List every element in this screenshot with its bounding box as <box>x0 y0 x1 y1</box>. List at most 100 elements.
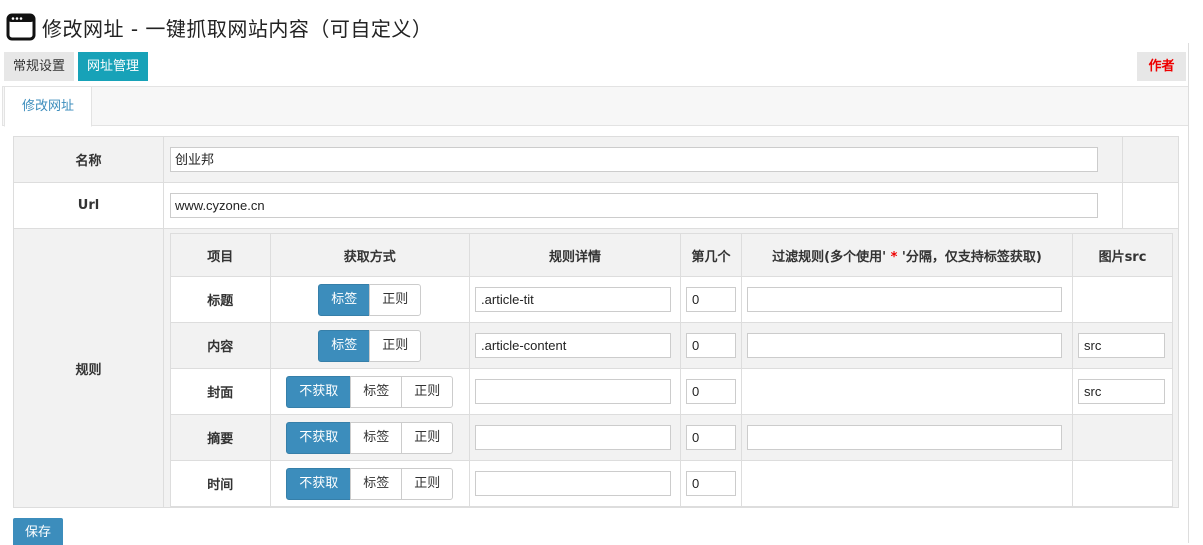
page-title: 修改网址 - 一键抓取网站内容（可自定义） <box>42 16 433 41</box>
rule-row-content: 内容 标签 正则 .article-content 0 src <box>170 322 1174 369</box>
name-label: 名称 <box>13 136 164 183</box>
rule-row-title: 标题 标签 正则 .article-tit 0 <box>170 276 1174 323</box>
rules-row: 规则 项目 获取方式 规则详情 第几个 过滤规则(多个使用' * '分隔，仅支持… <box>13 228 1179 508</box>
rule-item-label: 时间 <box>170 460 271 507</box>
rule-nth-cell: 0 <box>680 368 743 415</box>
rule-detail-input[interactable] <box>475 425 672 450</box>
url-row: Url www.cyzone.cn <box>13 182 1179 229</box>
mode-button-group: 不获取 标签 正则 <box>286 467 454 500</box>
header-filter-prefix: 过滤规则(多个使用' <box>772 249 891 265</box>
rule-src-cell: src <box>1071 368 1174 415</box>
url-input[interactable]: www.cyzone.cn <box>170 193 1098 218</box>
rule-filter-input[interactable] <box>747 333 1063 358</box>
rule-nth-input[interactable]: 0 <box>686 333 737 358</box>
rule-nth-cell: 0 <box>680 322 743 369</box>
rule-nth-input[interactable]: 0 <box>686 425 737 450</box>
mode-button-group: 不获取 标签 正则 <box>286 421 454 454</box>
mode-tag-button[interactable]: 标签 <box>350 421 403 454</box>
rule-detail-input[interactable] <box>475 379 672 404</box>
mode-regex-button[interactable]: 正则 <box>401 421 454 454</box>
mode-regex-button[interactable]: 正则 <box>401 467 454 500</box>
rule-nth-input[interactable]: 0 <box>686 379 737 404</box>
title-bar: 修改网址 - 一键抓取网站内容（可自定义） <box>6 12 432 42</box>
rule-nth-input[interactable]: 0 <box>686 471 737 496</box>
url-label: Url <box>13 182 164 229</box>
name-value-cell: 创业邦 <box>163 136 1123 183</box>
rule-row-cover: 封面 不获取 标签 正则 0 src <box>170 368 1174 415</box>
rule-filter-input[interactable] <box>747 287 1063 312</box>
header-mode: 获取方式 <box>269 233 471 277</box>
rule-src-cell <box>1071 414 1174 461</box>
mode-none-button[interactable]: 不获取 <box>286 375 352 408</box>
name-input[interactable]: 创业邦 <box>170 147 1098 172</box>
sub-tab-bar: 修改网址 <box>2 86 1188 127</box>
rule-item-label: 标题 <box>170 276 271 323</box>
mode-button-group: 标签 正则 <box>318 283 422 316</box>
mode-button-group: 标签 正则 <box>318 329 422 362</box>
header-nth: 第几个 <box>680 233 743 277</box>
rules-cell: 项目 获取方式 规则详情 第几个 过滤规则(多个使用' * '分隔，仅支持标签获… <box>163 228 1179 508</box>
edit-form-table: 名称 创业邦 Url www.cyzone.cn 规则 项目 获取方式 规则详情… <box>13 136 1179 508</box>
tab-edit-url[interactable]: 修改网址 <box>4 86 92 127</box>
rule-detail-input[interactable] <box>475 471 672 496</box>
mode-regex-button[interactable]: 正则 <box>401 375 454 408</box>
name-row: 名称 创业邦 <box>13 136 1179 183</box>
rule-filter-cell <box>741 322 1073 369</box>
header-filter: 过滤规则(多个使用' * '分隔，仅支持标签获取) <box>741 233 1073 277</box>
tab-general-settings[interactable]: 常规设置 <box>4 52 75 81</box>
save-button[interactable]: 保存 <box>13 518 63 545</box>
header-detail: 规则详情 <box>469 233 682 277</box>
browser-window-icon <box>6 13 36 41</box>
rule-src-cell <box>1071 460 1174 507</box>
rule-filter-input[interactable] <box>747 425 1063 450</box>
rules-label: 规则 <box>13 228 164 508</box>
rule-filter-cell <box>741 276 1073 323</box>
rule-detail-cell: .article-tit <box>469 276 682 323</box>
tab-url-management[interactable]: 网址管理 <box>78 52 149 81</box>
rule-filter-cell <box>741 460 1073 507</box>
header-src: 图片src <box>1071 233 1174 277</box>
mode-regex-button[interactable]: 正则 <box>369 283 422 316</box>
mode-button-group: 不获取 标签 正则 <box>286 375 454 408</box>
rules-table: 项目 获取方式 规则详情 第几个 过滤规则(多个使用' * '分隔，仅支持标签获… <box>170 233 1174 507</box>
rule-detail-cell <box>469 460 682 507</box>
rule-mode-cell: 标签 正则 <box>269 276 471 323</box>
rule-mode-cell: 不获取 标签 正则 <box>269 460 471 507</box>
rule-detail-cell: .article-content <box>469 322 682 369</box>
rule-src-input[interactable]: src <box>1077 333 1165 358</box>
url-extra-cell <box>1122 182 1179 229</box>
mode-tag-button[interactable]: 标签 <box>350 375 403 408</box>
header-item: 项目 <box>170 233 271 277</box>
rule-row-summary: 摘要 不获取 标签 正则 0 <box>170 414 1174 461</box>
top-tabs: 常规设置 网址管理 <box>4 52 152 81</box>
author-button[interactable]: 作者 <box>1137 52 1186 81</box>
mode-tag-button[interactable]: 标签 <box>318 283 371 316</box>
rule-nth-input[interactable]: 0 <box>686 287 737 312</box>
mode-tag-button[interactable]: 标签 <box>350 467 403 500</box>
rule-nth-cell: 0 <box>680 460 743 507</box>
rule-nth-cell: 0 <box>680 414 743 461</box>
rule-item-label: 摘要 <box>170 414 271 461</box>
rule-detail-input[interactable]: .article-tit <box>475 287 672 312</box>
mode-tag-button[interactable]: 标签 <box>318 329 371 362</box>
rule-item-label: 封面 <box>170 368 271 415</box>
mode-none-button[interactable]: 不获取 <box>286 421 352 454</box>
rule-filter-cell <box>741 414 1073 461</box>
rule-row-time: 时间 不获取 标签 正则 0 <box>170 460 1174 507</box>
header-filter-suffix: '分隔，仅支持标签获取) <box>897 249 1042 265</box>
rule-src-cell: src <box>1071 322 1174 369</box>
rule-detail-input[interactable]: .article-content <box>475 333 672 358</box>
rule-mode-cell: 标签 正则 <box>269 322 471 369</box>
rule-filter-cell <box>741 368 1073 415</box>
rule-detail-cell <box>469 414 682 461</box>
rule-mode-cell: 不获取 标签 正则 <box>269 368 471 415</box>
right-divider <box>1188 43 1189 543</box>
rules-header-row: 项目 获取方式 规则详情 第几个 过滤规则(多个使用' * '分隔，仅支持标签获… <box>170 233 1174 277</box>
mode-regex-button[interactable]: 正则 <box>369 329 422 362</box>
mode-none-button[interactable]: 不获取 <box>286 467 352 500</box>
rule-src-input[interactable]: src <box>1077 379 1165 404</box>
rule-item-label: 内容 <box>170 322 271 369</box>
rule-detail-cell <box>469 368 682 415</box>
url-value-cell: www.cyzone.cn <box>163 182 1123 229</box>
rule-src-cell <box>1071 276 1174 323</box>
